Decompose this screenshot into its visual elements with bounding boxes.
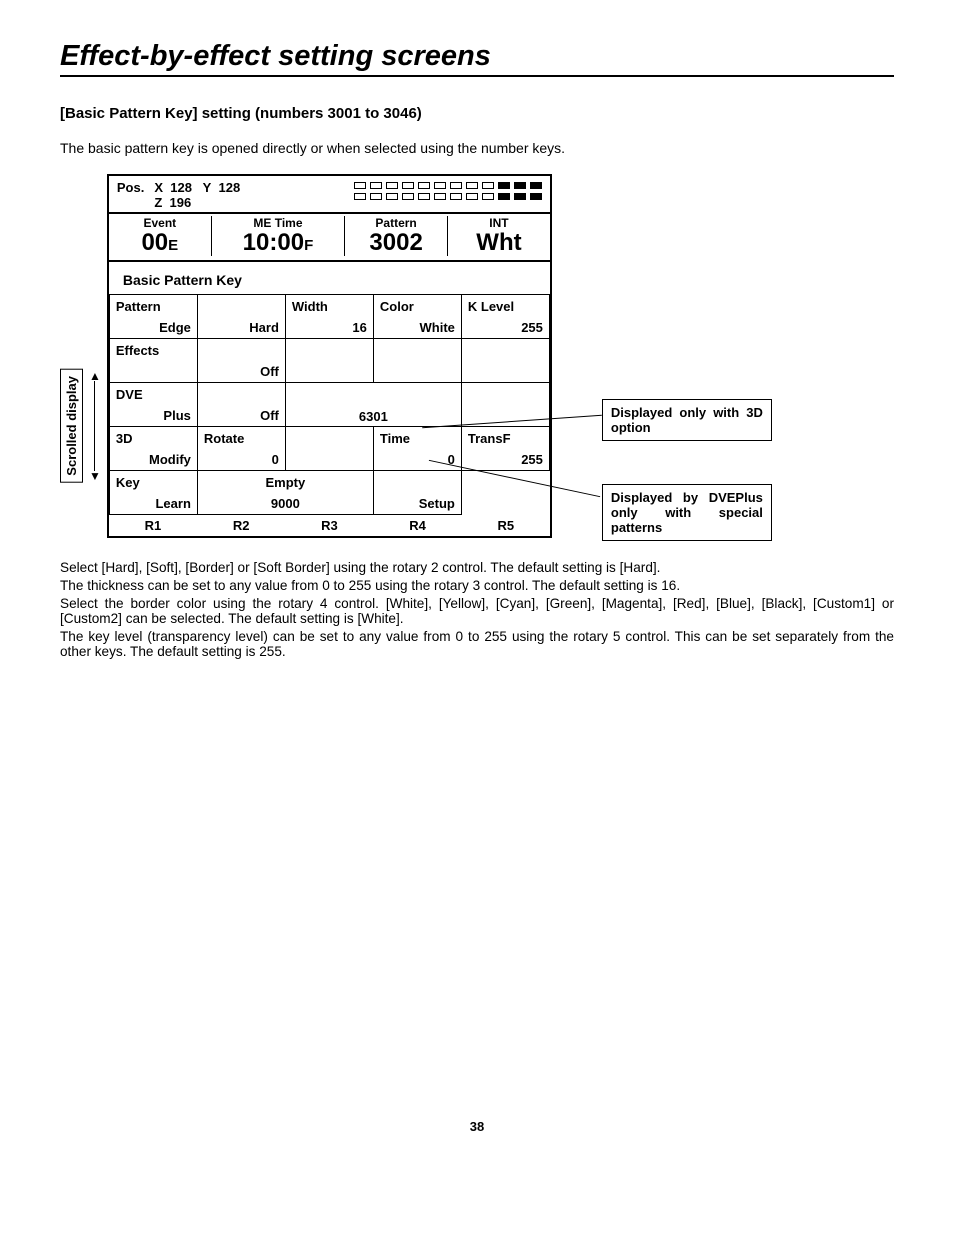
diagram: Scrolled display ▲ ▼ Pos. X 128 Y 128 Z bbox=[60, 174, 894, 538]
pos-z-label: Z bbox=[154, 195, 162, 210]
pos-z-value: 196 bbox=[170, 195, 192, 210]
table-row: Edge Hard 16 White 255 bbox=[109, 317, 549, 339]
r1-label: R1 bbox=[109, 515, 197, 536]
pos-y-label: Y bbox=[203, 180, 212, 195]
table-row: Modify 0 0 255 bbox=[109, 449, 549, 471]
scroll-arrow: ▲ ▼ bbox=[89, 371, 101, 481]
event-value: 00 bbox=[141, 229, 168, 256]
callout-3d-option: Displayed only with 3D option bbox=[602, 399, 772, 441]
level-bars bbox=[354, 180, 542, 210]
int-value: Wht bbox=[448, 230, 550, 256]
rotary-labels: R1 R2 R3 R4 R5 bbox=[109, 515, 550, 536]
event-suffix: E bbox=[168, 237, 178, 254]
big-header-row: Event 00E ME Time 10:00F Pattern 3002 IN… bbox=[109, 212, 550, 260]
metime-label: ME Time bbox=[212, 216, 344, 230]
body-line: The key level (transparency level) can b… bbox=[60, 629, 894, 659]
pos-label: Pos. bbox=[117, 180, 144, 195]
callouts: Displayed only with 3D option Displayed … bbox=[552, 174, 772, 538]
scrolled-display-label-group: Scrolled display ▲ ▼ bbox=[60, 314, 107, 538]
table-row: DVE 6301 bbox=[109, 383, 549, 405]
r5-label: R5 bbox=[462, 515, 550, 536]
page-title: Effect-by-effect setting screens bbox=[60, 40, 894, 77]
callout-dveplus: Displayed by DVEPlus only with special p… bbox=[602, 484, 772, 541]
intro-text: The basic pattern key is opened directly… bbox=[60, 140, 894, 156]
table-row: Effects bbox=[109, 339, 549, 361]
event-label: Event bbox=[109, 216, 211, 230]
pattern-label: Pattern bbox=[345, 216, 447, 230]
body-line: Select the border color using the rotary… bbox=[60, 596, 894, 626]
r2-label: R2 bbox=[197, 515, 285, 536]
r4-label: R4 bbox=[374, 515, 462, 536]
body-line: Select [Hard], [Soft], [Border] or [Soft… bbox=[60, 560, 894, 575]
pos-x-label: X bbox=[154, 180, 163, 195]
r3-label: R3 bbox=[285, 515, 373, 536]
body-line: The thickness can be set to any value fr… bbox=[60, 578, 894, 593]
page-number: 38 bbox=[60, 1119, 894, 1134]
pos-y-value: 128 bbox=[218, 180, 240, 195]
position-row: Pos. X 128 Y 128 Z 196 bbox=[109, 176, 550, 212]
table-row: 3D Rotate Time TransF bbox=[109, 427, 549, 449]
table-row: Off bbox=[109, 361, 549, 383]
table-row: Pattern Width Color K Level bbox=[109, 295, 549, 317]
body-text: Select [Hard], [Soft], [Border] or [Soft… bbox=[60, 560, 894, 659]
settings-grid: Pattern Width Color K Level Edge Hard 16… bbox=[109, 294, 550, 515]
int-label: INT bbox=[448, 216, 550, 230]
screen-panel: Pos. X 128 Y 128 Z 196 bbox=[107, 174, 552, 538]
section-header: Basic Pattern Key bbox=[109, 260, 550, 294]
subtitle: [Basic Pattern Key] setting (numbers 300… bbox=[60, 105, 894, 122]
table-row: Key Empty bbox=[109, 471, 549, 493]
metime-value: 10:00 bbox=[243, 229, 304, 256]
pattern-value: 3002 bbox=[345, 230, 447, 256]
pos-x-value: 128 bbox=[170, 180, 192, 195]
metime-suffix: F bbox=[304, 237, 313, 254]
scrolled-display-label: Scrolled display bbox=[60, 369, 83, 483]
